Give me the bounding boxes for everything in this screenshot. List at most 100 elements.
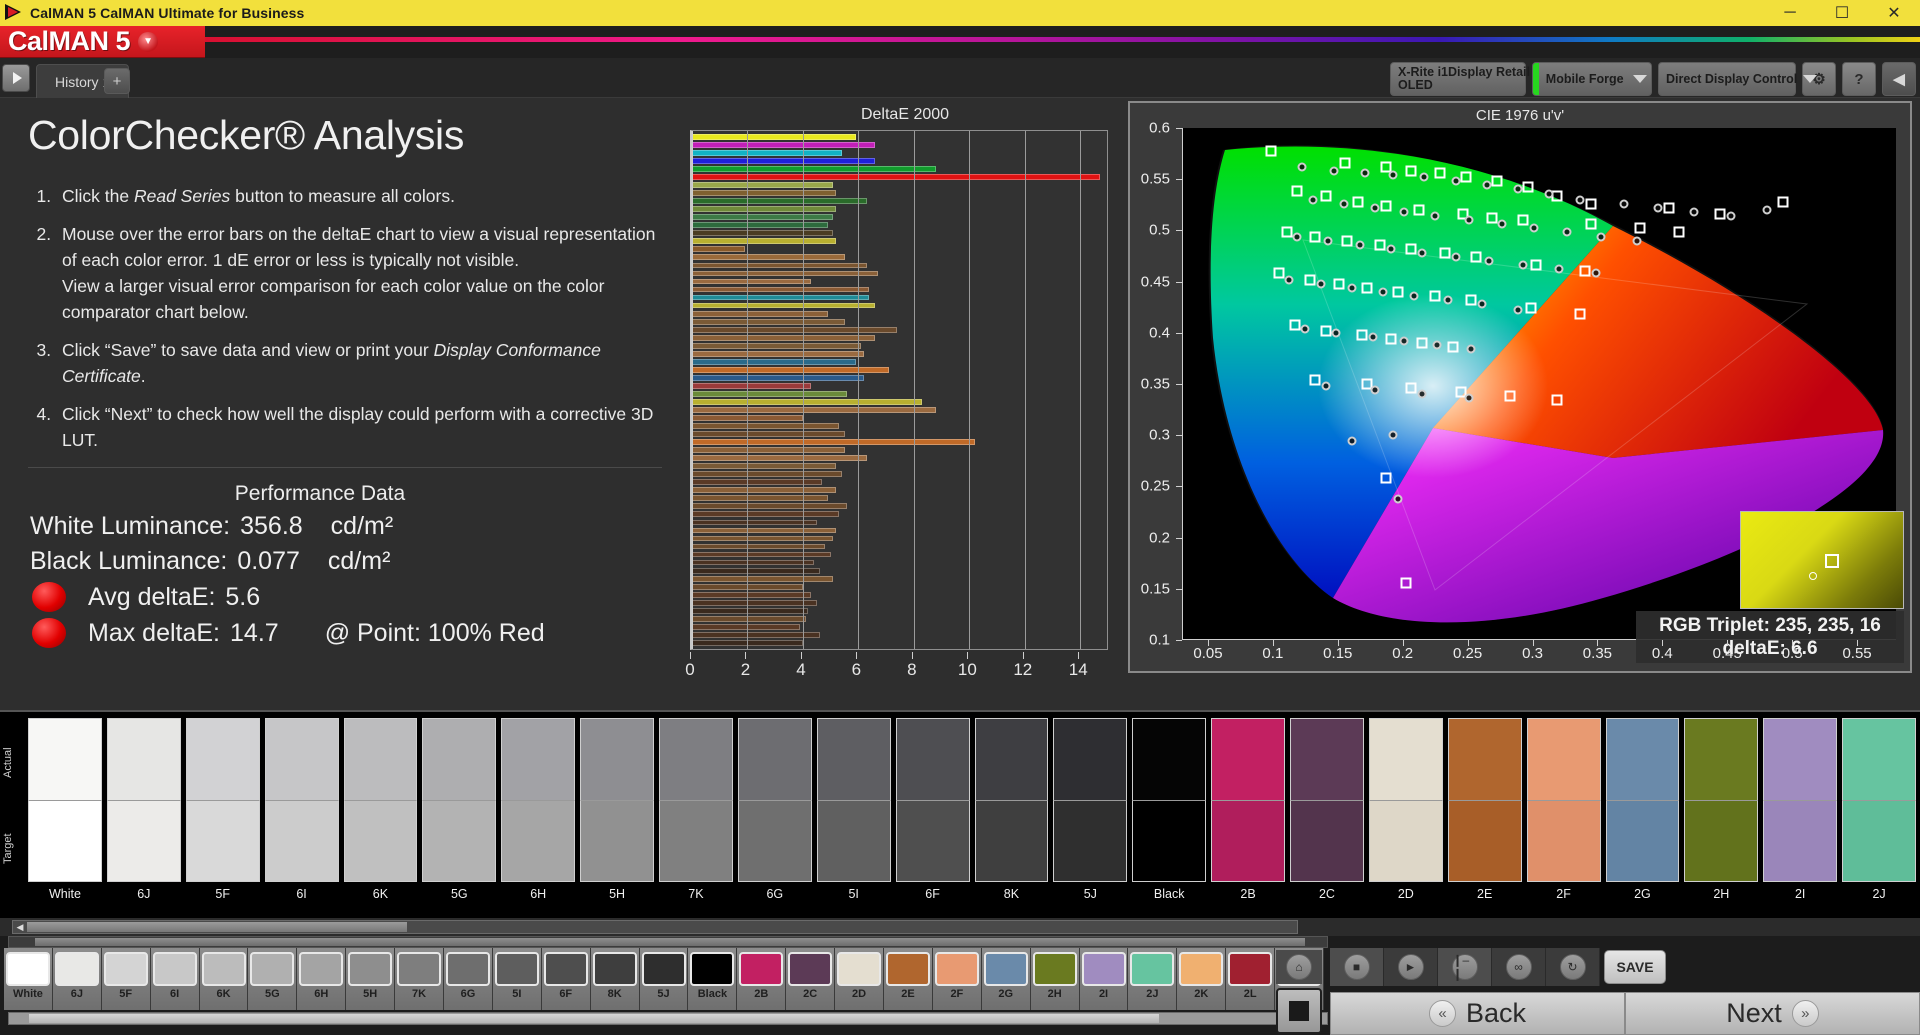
cie-target-point[interactable]: [1486, 213, 1497, 224]
cie-target-point[interactable]: [1401, 577, 1412, 588]
comparator-patch[interactable]: White: [28, 718, 102, 918]
delta-e-bar[interactable]: [692, 407, 936, 413]
comparator-patch[interactable]: 5G: [422, 718, 496, 918]
delta-e-bar[interactable]: [692, 423, 839, 429]
comparator-patch[interactable]: 6F: [896, 718, 970, 918]
cie-measured-point[interactable]: [1371, 386, 1380, 395]
cie-target-point[interactable]: [1375, 239, 1386, 250]
cie-measured-point[interactable]: [1360, 169, 1369, 178]
delta-e-bar[interactable]: [692, 471, 842, 477]
cie-chart[interactable]: CIE 1976 u'v': [1128, 101, 1912, 673]
filmstrip-item[interactable]: 5I: [493, 948, 542, 1010]
delta-e-bar[interactable]: [692, 503, 847, 509]
cie-measured-point[interactable]: [1464, 216, 1473, 225]
cie-measured-point[interactable]: [1389, 431, 1398, 440]
cie-measured-point[interactable]: [1633, 236, 1642, 245]
scrollbar-thumb[interactable]: [27, 922, 407, 932]
cie-measured-point[interactable]: [1498, 220, 1507, 229]
cie-target-point[interactable]: [1416, 338, 1427, 349]
comparator-patch[interactable]: 2E: [1448, 718, 1522, 918]
comparator-patch[interactable]: 8K: [975, 718, 1049, 918]
cie-target-point[interactable]: [1777, 196, 1788, 207]
delta-e-bars[interactable]: [692, 134, 1107, 646]
delta-e-bar[interactable]: [692, 624, 800, 630]
cie-target-point[interactable]: [1320, 190, 1331, 201]
delta-e-bar[interactable]: [692, 600, 817, 606]
cie-target-point[interactable]: [1585, 219, 1596, 230]
refresh-button[interactable]: ↻: [1546, 948, 1600, 986]
chevron-down-icon[interactable]: [1630, 63, 1651, 95]
cie-target-point[interactable]: [1305, 274, 1316, 285]
cie-measured-point[interactable]: [1293, 232, 1302, 241]
comparator-patch[interactable]: 2F: [1527, 718, 1601, 918]
delta-e-bar[interactable]: [692, 214, 833, 220]
cie-target-point[interactable]: [1518, 215, 1529, 226]
delta-e-bar[interactable]: [692, 238, 836, 244]
app-menu-button[interactable]: CalMAN 5 ▼: [0, 26, 205, 58]
cie-target-point[interactable]: [1266, 145, 1277, 156]
play-button[interactable]: ►: [1384, 948, 1438, 986]
cie-measured-point[interactable]: [1485, 257, 1494, 266]
source-dropdown[interactable]: Mobile Forge: [1532, 62, 1652, 96]
delta-e-bar[interactable]: [692, 576, 833, 582]
delta-e-bar[interactable]: [692, 447, 845, 453]
comparator-patch[interactable]: 5I: [817, 718, 891, 918]
delta-e-bar[interactable]: [692, 134, 856, 140]
delta-e-bar[interactable]: [692, 335, 875, 341]
scrollbar-thumb[interactable]: [29, 1014, 1159, 1023]
comparator-patch[interactable]: 2J: [1842, 718, 1916, 918]
cie-measured-point[interactable]: [1394, 494, 1403, 503]
cie-measured-point[interactable]: [1329, 167, 1338, 176]
delta-e-bar[interactable]: [692, 150, 842, 156]
filmstrip-item[interactable]: 2K: [1177, 948, 1226, 1010]
delta-e-bar[interactable]: [692, 182, 833, 188]
delta-e-bar[interactable]: [692, 528, 836, 534]
cie-target-point[interactable]: [1575, 309, 1586, 320]
filmstrip-item[interactable]: 2D: [835, 948, 884, 1010]
filmstrip-item[interactable]: Black: [688, 948, 737, 1010]
cie-measured-point[interactable]: [1339, 199, 1348, 208]
comparator-patch[interactable]: 5F: [186, 718, 260, 918]
continuous-button[interactable]: ∞: [1492, 948, 1546, 986]
delta-e-bar[interactable]: [692, 632, 820, 638]
filmstrip-item[interactable]: 5G: [248, 948, 297, 1010]
filmstrip-scrollbar-bottom[interactable]: [8, 1012, 1328, 1025]
add-tab-button[interactable]: +: [104, 68, 130, 94]
delta-e-bar[interactable]: [692, 279, 811, 285]
cie-measured-point[interactable]: [1513, 306, 1522, 315]
cie-target-point[interactable]: [1341, 235, 1352, 246]
comparator-patch[interactable]: 5H: [580, 718, 654, 918]
cie-measured-point[interactable]: [1430, 212, 1439, 221]
cie-measured-point[interactable]: [1563, 228, 1572, 237]
cie-target-point[interactable]: [1448, 342, 1459, 353]
cie-target-point[interactable]: [1663, 202, 1674, 213]
stop-measurement-button[interactable]: [1276, 988, 1322, 1034]
home-icon[interactable]: ⌂: [1276, 950, 1322, 984]
delta-e-bar[interactable]: [692, 287, 869, 293]
delta-e-bar[interactable]: [692, 536, 833, 542]
delta-e-bar[interactable]: [692, 246, 745, 252]
cie-measured-point[interactable]: [1451, 253, 1460, 262]
filmstrip-item[interactable]: 2H: [1031, 948, 1080, 1010]
delta-e-bar[interactable]: [692, 544, 825, 550]
filmstrip-item[interactable]: 6F: [542, 948, 591, 1010]
cie-target-point[interactable]: [1333, 278, 1344, 289]
filmstrip-item[interactable]: 2E: [884, 948, 933, 1010]
comparator-patch[interactable]: Black: [1132, 718, 1206, 918]
filmstrip-item[interactable]: 2G: [982, 948, 1031, 1010]
delta-e-bar[interactable]: [692, 463, 836, 469]
delta-e-bar[interactable]: [692, 520, 817, 526]
cie-measured-point[interactable]: [1378, 287, 1387, 296]
delta-e-bar[interactable]: [692, 190, 836, 196]
delta-e-bar[interactable]: [692, 439, 975, 445]
cie-target-point[interactable]: [1362, 282, 1373, 293]
delta-e-bar[interactable]: [692, 608, 808, 614]
cie-target-point[interactable]: [1310, 374, 1321, 385]
filmstrip-item[interactable]: 2L: [1226, 948, 1275, 1010]
filmstrip-item[interactable]: 6K: [200, 948, 249, 1010]
filmstrip-item[interactable]: 5F: [102, 948, 151, 1010]
cie-measured-point[interactable]: [1420, 173, 1429, 182]
pause-button[interactable]: ❙–❙: [1438, 948, 1492, 986]
cie-target-point[interactable]: [1340, 157, 1351, 168]
meter-dropdown[interactable]: X-Rite i1Display Retail OLED: [1390, 62, 1526, 96]
